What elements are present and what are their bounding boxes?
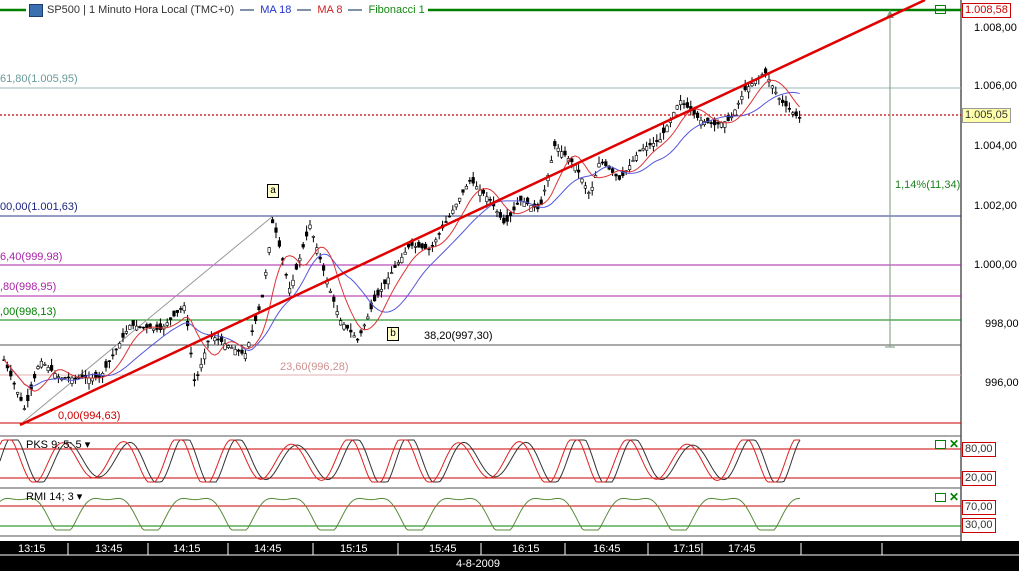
time-label: 17:15: [673, 543, 701, 555]
time-label: 17:45: [728, 543, 756, 555]
time-label: 13:15: [18, 543, 46, 555]
current-price-marker: 1.005,05: [962, 108, 1011, 123]
fib-label-382: 38,20(997,30): [424, 330, 493, 342]
ma18-legend[interactable]: MA 18: [260, 3, 291, 17]
wave-marker-b[interactable]: b: [387, 327, 399, 341]
fib-label-100: 00,00(1.001,63): [0, 201, 78, 213]
chart-header: SP500 | 1 Minuto Hora Local (TMC+0) MA 1…: [26, 3, 428, 17]
ma18-legend-icon: [240, 9, 255, 11]
ma18-line: [3, 91, 800, 388]
price-tick-6: 998,00: [985, 318, 1019, 330]
top-price-marker: 1.008,58: [962, 3, 1011, 18]
price-tick-7: 996,00: [985, 377, 1019, 389]
main-panel-maximize-icon[interactable]: [935, 5, 946, 14]
rmi-level-30-label: 30,00: [962, 518, 996, 533]
time-axis-bg: [0, 541, 1019, 571]
pks-k-line: [0, 439, 801, 483]
pks-dropdown-icon[interactable]: ▾: [85, 439, 91, 451]
fib-label-618b: ,80(998,95): [0, 281, 57, 293]
fib-label-500: ,00(998,13): [0, 306, 57, 318]
ma8-legend[interactable]: MA 8: [317, 3, 342, 17]
price-tick-5: 1.000,00: [974, 259, 1017, 271]
date-label: 4-8-2009: [456, 558, 501, 570]
fib-label-0: 0,00(994,63): [58, 410, 121, 422]
trend-line[interactable]: [19, 0, 926, 427]
pks-d-line: [0, 439, 800, 483]
wave-marker-a[interactable]: a: [267, 184, 279, 198]
time-label: 15:15: [340, 543, 368, 555]
price-tick-4: 1.002,00: [974, 200, 1017, 212]
pks-label[interactable]: PKS 9; 5; 5 ▾: [26, 439, 90, 451]
time-label: 14:15: [173, 543, 201, 555]
fib-label-236: 23,60(996,28): [280, 361, 349, 373]
price-tick-3: 1.004,00: [974, 140, 1017, 152]
rmi-close-icon[interactable]: ✕: [949, 491, 959, 503]
price-tick-1: 1.008,00: [974, 22, 1017, 34]
rmi-line: [0, 497, 801, 531]
rmi-label-text: RMI 14; 3: [26, 491, 74, 503]
time-label: 16:15: [512, 543, 540, 555]
fib-legend-icon: [348, 9, 363, 11]
fib-label-764: 6,40(999,98): [0, 251, 63, 263]
time-label: 14:45: [254, 543, 282, 555]
pks-level-20-label: 20,00: [962, 471, 996, 486]
chart-title: SP500 | 1 Minuto Hora Local (TMC+0): [47, 4, 235, 16]
chart-canvas[interactable]: [0, 0, 1019, 571]
rmi-level-70-label: 70,00: [962, 500, 996, 515]
time-label: 13:45: [95, 543, 123, 555]
pks-close-icon[interactable]: ✕: [949, 438, 959, 450]
time-label: 16:45: [593, 543, 621, 555]
price-tick-2: 1.006,00: [974, 80, 1017, 92]
pks-label-text: PKS 9; 5; 5: [26, 439, 82, 451]
time-label: 15:45: [429, 543, 457, 555]
rmi-label[interactable]: RMI 14; 3 ▾: [26, 491, 82, 503]
ma8-legend-icon: [297, 9, 312, 11]
measure-label: 1,14%(11,34): [895, 179, 961, 191]
fibonacci-legend[interactable]: Fibonacci 1: [368, 3, 424, 17]
chart-symbol-icon: [29, 3, 43, 17]
pks-maximize-icon[interactable]: [935, 440, 946, 449]
fib-label-618: 61,80(1.005,95): [0, 73, 78, 85]
rmi-dropdown-icon[interactable]: ▾: [77, 491, 83, 503]
rmi-maximize-icon[interactable]: [935, 493, 946, 502]
pks-level-80-label: 80,00: [962, 442, 996, 457]
